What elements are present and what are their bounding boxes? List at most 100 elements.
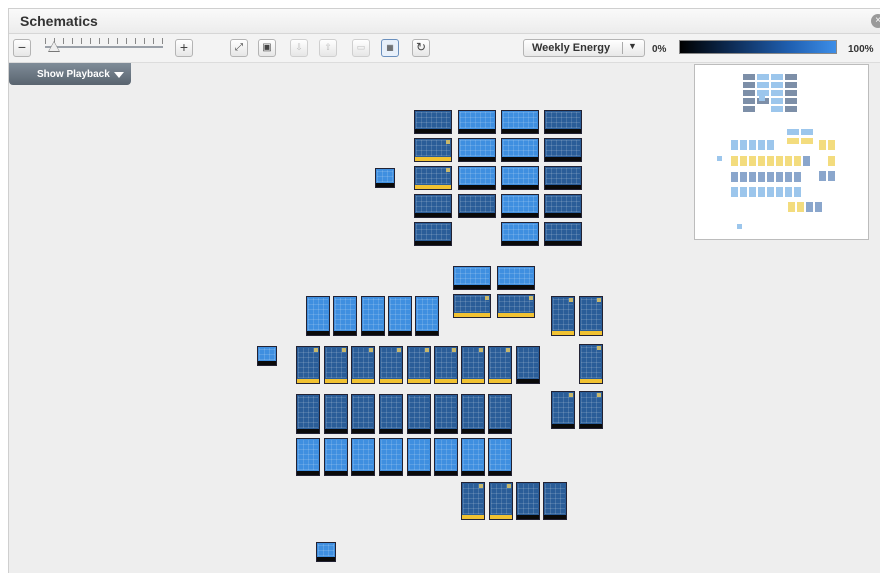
solar-panel[interactable] (544, 110, 582, 134)
solar-panel[interactable] (388, 296, 412, 336)
solar-panel[interactable] (501, 222, 539, 246)
move-down-button[interactable]: ⇩ (290, 39, 308, 57)
solar-panel[interactable] (461, 394, 485, 434)
zoom-slider-thumb[interactable] (49, 42, 59, 51)
solar-panel[interactable] (497, 266, 535, 290)
solar-panel[interactable] (501, 138, 539, 162)
solar-panel[interactable] (351, 346, 375, 384)
solar-panel[interactable] (324, 394, 348, 434)
solar-panel[interactable] (458, 138, 496, 162)
minimap-panel (794, 156, 801, 166)
minimap-panel (787, 138, 799, 144)
solar-panel[interactable] (544, 194, 582, 218)
solar-panel[interactable] (544, 166, 582, 190)
solar-panel[interactable] (501, 110, 539, 134)
panel-status-bar (380, 471, 402, 475)
minimap-panel (758, 172, 765, 182)
minimap-panel (785, 98, 797, 104)
fit-to-screen-button[interactable]: ⤢ (230, 39, 248, 57)
panel-status-bar (502, 213, 538, 217)
solar-panel[interactable] (579, 391, 603, 429)
solar-panel[interactable] (414, 110, 452, 134)
close-icon[interactable]: × (871, 14, 880, 28)
solar-panel[interactable] (488, 438, 512, 476)
solar-panel[interactable] (407, 394, 431, 434)
warning-icon (507, 484, 511, 488)
panel-status-bar (352, 429, 374, 433)
solar-panel[interactable] (488, 346, 512, 384)
solar-panel[interactable] (414, 222, 452, 246)
panel-cells (463, 348, 483, 378)
panel-status-bar (415, 185, 451, 189)
solar-panel[interactable] (461, 482, 485, 520)
solar-panel[interactable] (257, 346, 277, 366)
solar-panel[interactable] (497, 294, 535, 318)
solar-panel[interactable] (453, 266, 491, 290)
solar-panel[interactable] (324, 346, 348, 384)
solar-panel[interactable] (361, 296, 385, 336)
solar-panel[interactable] (434, 394, 458, 434)
caret-down-icon (114, 72, 124, 78)
solar-panel[interactable] (414, 194, 452, 218)
solar-panel[interactable] (579, 296, 603, 336)
solar-panel[interactable] (324, 438, 348, 476)
panel-cells (503, 112, 537, 128)
solar-panel[interactable] (579, 344, 603, 384)
solar-panel[interactable] (501, 194, 539, 218)
panel-cells (436, 396, 456, 428)
solar-panel[interactable] (458, 194, 496, 218)
solar-panel[interactable] (551, 391, 575, 429)
solar-panel[interactable] (351, 394, 375, 434)
solar-panel[interactable] (414, 138, 452, 162)
solar-panel[interactable] (458, 166, 496, 190)
solar-panel[interactable] (516, 346, 540, 384)
minimap[interactable] (694, 64, 869, 240)
solar-panel[interactable] (375, 168, 395, 188)
minimap-panel (767, 187, 774, 197)
move-up-button[interactable]: ⇧ (319, 39, 337, 57)
image-button[interactable]: ▭ (352, 39, 370, 57)
solar-panel[interactable] (516, 482, 540, 520)
show-playback-button[interactable]: Show Playback (9, 63, 131, 85)
solar-panel[interactable] (544, 222, 582, 246)
solar-panel[interactable] (544, 138, 582, 162)
refresh-button[interactable]: ↻ (412, 39, 430, 57)
solar-panel[interactable] (379, 346, 403, 384)
solar-panel[interactable] (379, 394, 403, 434)
zoom-slider-ticks (45, 38, 163, 44)
solar-panel[interactable] (379, 438, 403, 476)
panel-status-bar (498, 285, 534, 289)
solar-panel[interactable] (434, 438, 458, 476)
zoom-slider[interactable] (45, 46, 163, 48)
solar-panel[interactable] (407, 346, 431, 384)
solar-panel[interactable] (306, 296, 330, 336)
solar-panel[interactable] (488, 394, 512, 434)
center-view-button[interactable]: ▣ (258, 39, 276, 57)
solar-panel[interactable] (461, 346, 485, 384)
solar-panel[interactable] (316, 542, 336, 562)
minimap-panel (731, 172, 738, 182)
solar-panel[interactable] (296, 438, 320, 476)
solar-panel[interactable] (414, 166, 452, 190)
solar-panel[interactable] (501, 166, 539, 190)
minimap-panel (767, 156, 774, 166)
solar-panel[interactable] (551, 296, 575, 336)
minimap-panel (731, 156, 738, 166)
solar-panel[interactable] (489, 482, 513, 520)
metric-dropdown[interactable]: Weekly Energy ▼ (523, 39, 645, 57)
solar-panel[interactable] (296, 346, 320, 384)
zoom-out-button[interactable]: − (13, 39, 31, 57)
solar-panel[interactable] (461, 438, 485, 476)
solar-panel[interactable] (543, 482, 567, 520)
solar-panel[interactable] (296, 394, 320, 434)
solar-panel[interactable] (333, 296, 357, 336)
zoom-in-button[interactable]: + (175, 39, 193, 57)
solar-panel[interactable] (434, 346, 458, 384)
solar-panel[interactable] (453, 294, 491, 318)
solar-panel[interactable] (458, 110, 496, 134)
layout-button[interactable]: ▦ (381, 39, 399, 57)
solar-panel[interactable] (351, 438, 375, 476)
minimap-panel (740, 172, 747, 182)
solar-panel[interactable] (415, 296, 439, 336)
solar-panel[interactable] (407, 438, 431, 476)
